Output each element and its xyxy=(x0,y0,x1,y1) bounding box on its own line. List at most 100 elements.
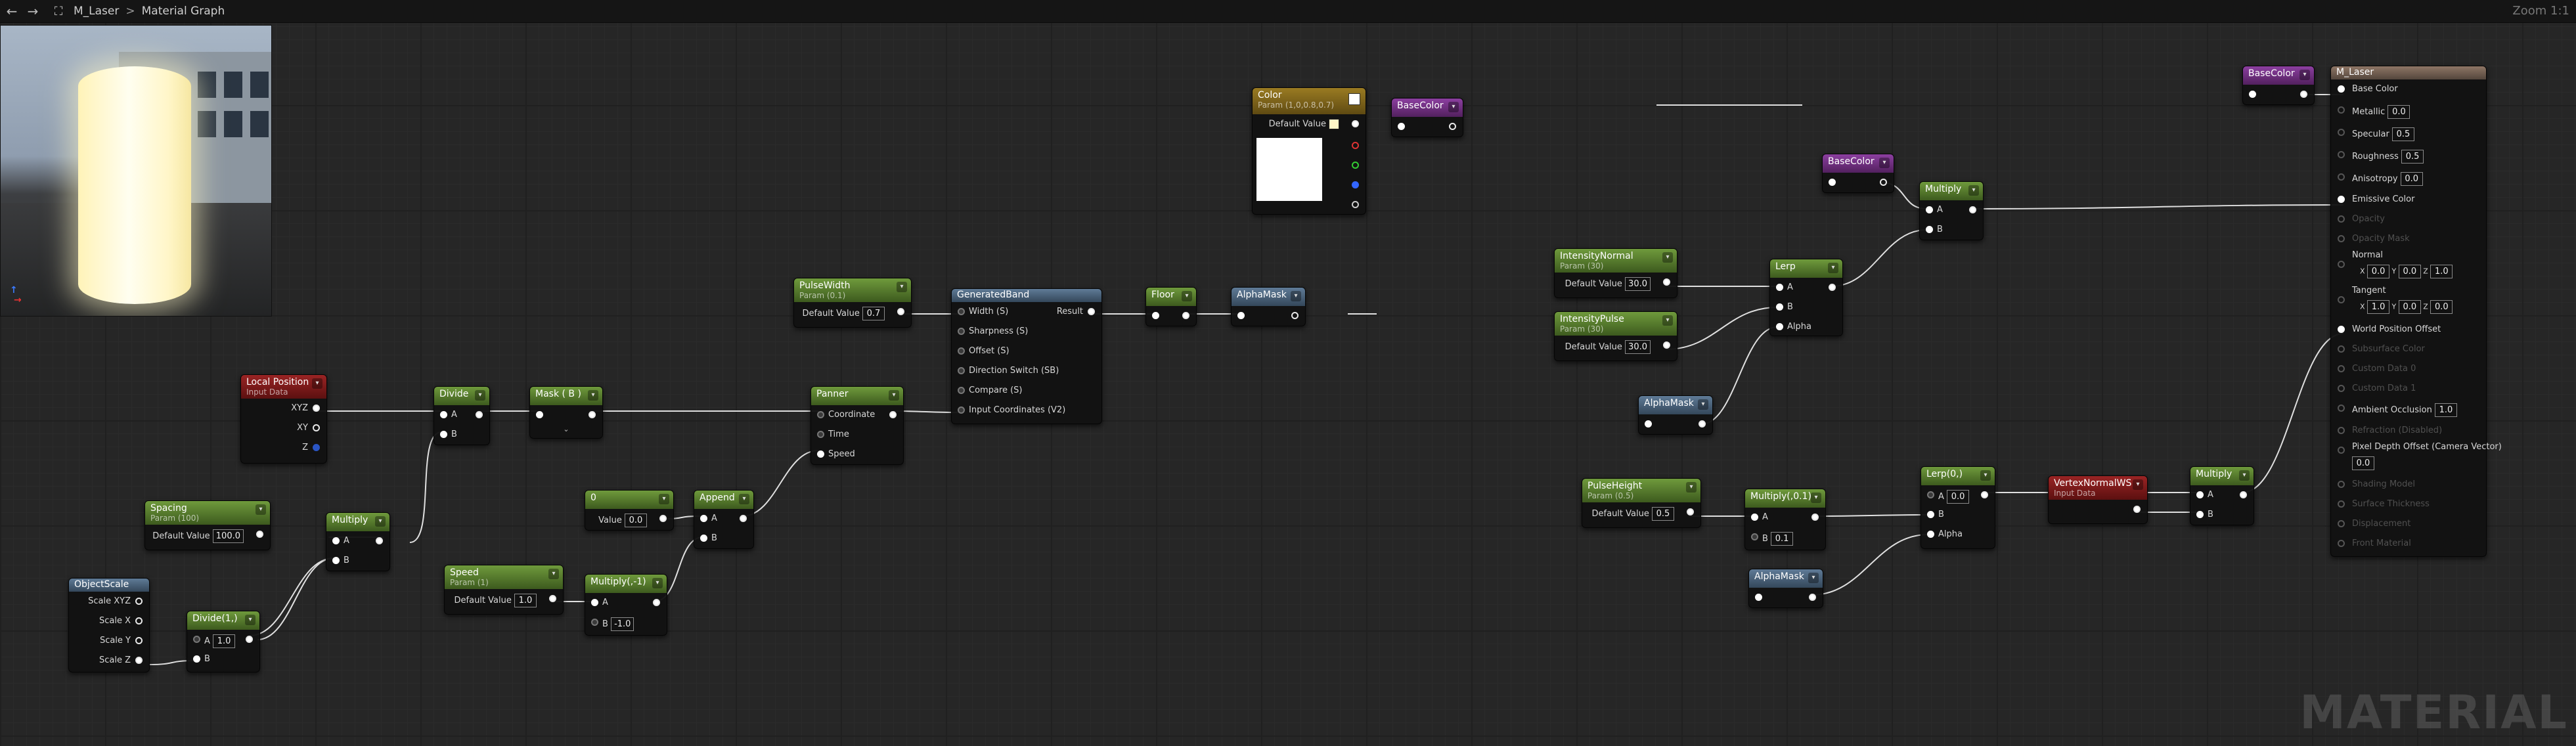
node-multiply-negative[interactable]: Multiply(,-1) ▾ A B -1.0 xyxy=(585,574,667,636)
node-wire[interactable] xyxy=(1813,514,1929,517)
collapse-icon[interactable]: ▾ xyxy=(659,494,669,504)
node-spacing-param[interactable]: Spacing Param (100) ▾ Default Value 100.… xyxy=(144,500,271,550)
input-pin[interactable] xyxy=(1645,420,1652,428)
specular-value[interactable]: 0.5 xyxy=(2391,127,2414,141)
node-wire[interactable] xyxy=(1831,229,1928,287)
node-wire[interactable] xyxy=(409,431,442,543)
b-value-field[interactable]: 0.1 xyxy=(1771,532,1794,546)
collapse-icon[interactable]: ▾ xyxy=(1698,399,1708,410)
collapse-icon[interactable]: ▾ xyxy=(1182,291,1192,301)
input-pin[interactable] xyxy=(193,636,200,643)
input-pin[interactable] xyxy=(591,599,598,606)
node-panner[interactable]: Panner ▾ Coordinate Time Speed xyxy=(811,386,904,465)
collapse-icon[interactable]: ▾ xyxy=(1980,470,1991,481)
input-pin[interactable] xyxy=(1776,303,1783,311)
input-pin[interactable] xyxy=(2338,365,2345,372)
default-value-field[interactable]: 0.5 xyxy=(1652,507,1674,521)
input-pin[interactable] xyxy=(2338,447,2345,454)
input-pin[interactable] xyxy=(1927,491,1934,498)
input-pin[interactable] xyxy=(1927,531,1934,538)
output-pin[interactable] xyxy=(1981,491,1988,498)
expand-icon[interactable]: ⌄ xyxy=(530,425,602,433)
collapse-icon[interactable]: ▾ xyxy=(1879,158,1890,168)
tangent-z-value[interactable]: 0.0 xyxy=(2430,300,2453,314)
a-value-field[interactable]: 1.0 xyxy=(213,634,236,648)
input-pin[interactable] xyxy=(2338,261,2345,268)
output-pin[interactable] xyxy=(256,531,263,538)
input-pin[interactable] xyxy=(2338,326,2345,333)
output-pin[interactable] xyxy=(1182,312,1189,319)
roughness-value[interactable]: 0.5 xyxy=(2401,150,2424,164)
input-pin[interactable] xyxy=(1927,511,1934,518)
node-alphamask-reroute-2[interactable]: AlphaMask ▾ xyxy=(1638,395,1713,435)
input-pin[interactable] xyxy=(2338,129,2345,136)
collapse-icon[interactable]: ▾ xyxy=(1448,102,1459,112)
output-pin-a[interactable] xyxy=(1352,201,1359,208)
collapse-icon[interactable]: ▾ xyxy=(652,578,663,588)
output-pin[interactable] xyxy=(549,595,556,602)
output-pin[interactable] xyxy=(1291,312,1299,319)
input-pin[interactable] xyxy=(2338,215,2345,223)
output-pin[interactable] xyxy=(1811,514,1819,521)
input-pin[interactable] xyxy=(2338,151,2345,158)
input-pin[interactable] xyxy=(2338,85,2345,93)
output-pin[interactable] xyxy=(135,617,143,625)
output-pin[interactable] xyxy=(1352,120,1359,127)
input-pin[interactable] xyxy=(2338,427,2345,434)
node-divide-one[interactable]: Divide(1,) ▾ A 1.0 B xyxy=(187,611,260,672)
node-wire[interactable] xyxy=(1811,534,1929,596)
output-pin[interactable] xyxy=(1687,508,1694,516)
output-pin[interactable] xyxy=(1829,284,1836,291)
input-pin[interactable] xyxy=(958,387,965,394)
output-pin[interactable] xyxy=(897,308,904,315)
input-pin[interactable] xyxy=(2338,520,2345,527)
output-pin[interactable] xyxy=(2133,506,2141,513)
default-value-field[interactable]: 100.0 xyxy=(212,529,244,543)
input-pin[interactable] xyxy=(2338,500,2345,508)
node-multiply[interactable]: Multiply ▾ A B xyxy=(326,512,390,571)
input-pin[interactable] xyxy=(440,431,447,438)
tangent-x-value[interactable]: 1.0 xyxy=(2367,300,2390,314)
value-field[interactable]: 0.0 xyxy=(625,514,647,527)
node-wire[interactable] xyxy=(249,558,334,636)
default-value-field[interactable]: 0.7 xyxy=(862,307,885,320)
node-speed-param[interactable]: Speed Param (1) ▾ Default Value 1.0 xyxy=(444,565,564,615)
output-pin[interactable] xyxy=(1663,278,1670,286)
collapse-icon[interactable]: ▾ xyxy=(1968,185,1979,196)
metallic-value[interactable]: 0.0 xyxy=(2387,105,2410,119)
collapse-icon[interactable]: ▾ xyxy=(255,504,266,515)
collapse-icon[interactable]: ▾ xyxy=(739,494,749,504)
input-pin[interactable] xyxy=(332,557,340,564)
output-pin[interactable] xyxy=(376,537,383,544)
input-pin[interactable] xyxy=(1926,226,1933,233)
collapse-icon[interactable]: ▾ xyxy=(1662,252,1673,263)
output-pin[interactable] xyxy=(588,411,596,418)
node-basecolor-reroute[interactable]: BaseColor ▾ xyxy=(1391,98,1463,137)
input-pin[interactable] xyxy=(700,535,707,542)
input-pin[interactable] xyxy=(591,619,598,626)
collapse-icon[interactable]: ▾ xyxy=(1662,315,1673,326)
input-pin[interactable] xyxy=(958,328,965,335)
node-vertexnormalws[interactable]: VertexNormalWS Input Data ▾ xyxy=(2048,475,2148,524)
node-local-position[interactable]: Local Position Input Data ▾ XYZ XY Z xyxy=(240,374,327,464)
default-value-field[interactable]: 1.0 xyxy=(514,594,537,607)
node-append[interactable]: Append ▾ A B xyxy=(694,490,754,549)
output-pin[interactable] xyxy=(2300,91,2307,98)
output-pin[interactable] xyxy=(1880,179,1887,186)
input-pin[interactable] xyxy=(2196,491,2204,498)
input-pin[interactable] xyxy=(817,450,824,458)
input-pin[interactable] xyxy=(1751,533,1758,540)
input-pin[interactable] xyxy=(2249,91,2256,98)
node-wire[interactable] xyxy=(2242,333,2344,493)
node-intensitynormal-param[interactable]: IntensityNormal Param (30) ▾ Default Val… xyxy=(1554,248,1677,298)
node-multiply-emissive[interactable]: Multiply ▾ A B xyxy=(1919,181,1984,240)
input-pin[interactable] xyxy=(2338,196,2345,203)
output-pin[interactable] xyxy=(246,636,253,643)
node-wire[interactable] xyxy=(1971,204,2344,209)
input-pin[interactable] xyxy=(332,537,340,544)
input-pin[interactable] xyxy=(1776,284,1783,291)
collapse-icon[interactable]: ▾ xyxy=(375,516,386,527)
collapse-icon[interactable]: ▾ xyxy=(889,390,899,401)
input-pin[interactable] xyxy=(193,655,200,663)
collapse-icon[interactable]: ▾ xyxy=(475,390,485,401)
